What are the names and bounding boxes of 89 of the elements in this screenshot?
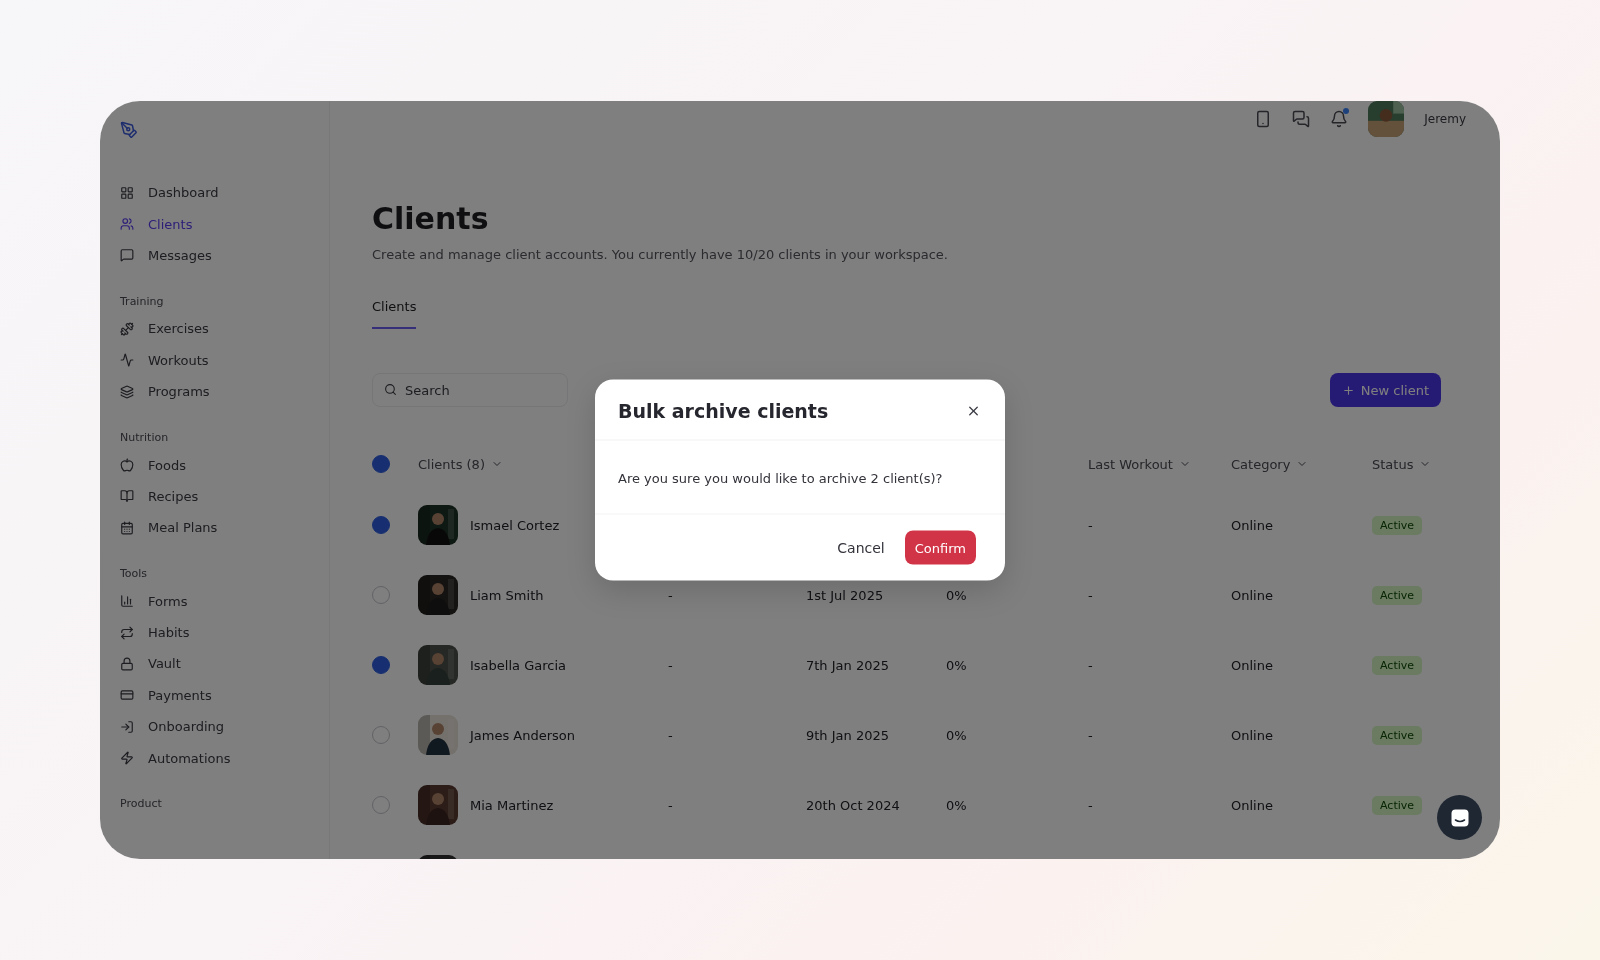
sidebar-icon <box>120 625 134 640</box>
client-name[interactable]: Mia Martinez <box>470 797 554 813</box>
page-title: Clients <box>372 201 490 237</box>
client-name[interactable]: Liam Smith <box>470 587 544 603</box>
client-name[interactable]: Isabella Garcia <box>470 657 566 673</box>
table-cell-text: - <box>668 657 674 673</box>
table-cell-text: 0% <box>946 797 968 813</box>
plus-icon <box>1341 383 1355 397</box>
column-header[interactable]: Category <box>1231 456 1372 472</box>
confirm-button[interactable]: Confirm <box>904 530 976 565</box>
sidebar-icon <box>120 751 134 766</box>
chat-button[interactable] <box>1437 795 1482 840</box>
sidebar-heading: Nutrition <box>120 429 170 446</box>
chat-icon[interactable] <box>1292 110 1311 128</box>
table-cell-text: Online <box>1231 657 1274 673</box>
sidebar-item[interactable]: Recipes <box>120 480 329 513</box>
sidebar-heading: Training <box>120 293 165 310</box>
sidebar-heading: Product <box>120 796 163 813</box>
client-name[interactable]: James Anderson <box>470 727 576 743</box>
table-cell-text: - <box>1088 657 1094 673</box>
table-cell-text: - <box>1088 797 1094 813</box>
table-cell-text: Online <box>1231 517 1274 533</box>
table-cell-text: - <box>668 797 674 813</box>
table-cell-text: - <box>1088 727 1094 743</box>
table-cell-text: - <box>668 587 674 603</box>
sidebar-item[interactable]: Payments <box>120 679 329 712</box>
sidebar-icon <box>120 321 134 336</box>
sidebar-icon <box>120 489 134 504</box>
column-header[interactable]: Status <box>1372 456 1441 472</box>
checkbox[interactable] <box>372 516 390 534</box>
column-header[interactable]: Last Workout <box>1088 456 1231 472</box>
sidebar-item[interactable]: Foods <box>120 449 329 481</box>
table-cell-text: Online <box>1231 727 1274 743</box>
sidebar-item[interactable]: Messages <box>120 239 329 272</box>
dialog-message: Are you sure you would like to archive 2 client(s)? <box>595 440 1005 515</box>
pen-icon <box>120 121 138 139</box>
sidebar-icon <box>120 248 134 263</box>
sidebar-icon <box>120 688 134 703</box>
sidebar-item[interactable]: Automations <box>120 742 329 774</box>
sidebar-icon <box>120 719 134 734</box>
status-badge: Active <box>1372 655 1423 675</box>
user-name[interactable]: Jeremy <box>1424 112 1466 126</box>
sidebar-item[interactable]: Forms <box>120 585 329 617</box>
table-cell-text: - <box>668 727 674 743</box>
sidebar-icon <box>120 185 134 200</box>
new-client-button[interactable]: New client <box>1329 373 1441 407</box>
sidebar-item[interactable]: Dashboard <box>120 177 329 209</box>
table-cell-text: - <box>1088 587 1094 603</box>
sidebar-icon <box>120 353 134 368</box>
sidebar-icon <box>120 657 134 671</box>
sidebar-icon <box>120 384 134 399</box>
table-cell-text: 20th Oct 2024 <box>806 797 901 813</box>
tab[interactable]: Clients <box>372 297 417 329</box>
table-cell-text: - <box>1088 517 1094 533</box>
status-badge: Active <box>1372 795 1423 815</box>
sidebar-item[interactable]: Workouts <box>120 344 329 376</box>
sidebar-icon <box>120 217 134 232</box>
sidebar-item[interactable]: Onboarding <box>120 711 329 743</box>
checkbox[interactable] <box>372 455 390 473</box>
search-field[interactable]: Search <box>372 373 568 407</box>
table-cell-text: 1st Jul 2025 <box>806 587 885 603</box>
sidebar-item[interactable]: Programs <box>120 375 329 408</box>
table-cell-text: 9th Jan 2025 <box>806 727 890 743</box>
sidebar-item[interactable]: Vault <box>120 648 329 680</box>
sidebar-icon <box>120 458 134 473</box>
table-cell-text: 7th Jan 2025 <box>806 657 890 673</box>
sidebar-item[interactable]: Habits <box>120 616 329 649</box>
table-cell-text: 0% <box>946 587 968 603</box>
sidebar-item[interactable]: Meal Plans <box>120 512 329 544</box>
chat-icon <box>1449 807 1470 828</box>
client-name[interactable]: Ismael Cortez <box>470 517 560 533</box>
checkbox[interactable] <box>372 656 390 674</box>
page-subtitle: Create and manage client accounts. You currently have 10/20 clients in your workspace. <box>372 246 949 264</box>
sidebar-icon <box>120 594 134 609</box>
sidebar-icon <box>120 520 134 535</box>
table-cell-text: 0% <box>946 657 968 673</box>
table-cell-text: Online <box>1231 587 1274 603</box>
status-badge: Active <box>1372 725 1423 745</box>
sidebar-heading: Tools <box>120 566 149 582</box>
status-badge: Active <box>1372 515 1423 535</box>
bell-icon[interactable] <box>1330 110 1349 128</box>
dialog-title: Bulk archive clients <box>618 399 829 422</box>
status-badge: Active <box>1372 585 1423 605</box>
sidebar-item[interactable]: Exercises <box>120 313 329 345</box>
table-cell-text: Online <box>1231 797 1274 813</box>
table-cell-text: 0% <box>946 727 968 743</box>
sidebar-item[interactable]: Clients <box>120 208 329 240</box>
search-icon <box>384 383 397 396</box>
cancel-button[interactable]: Cancel <box>831 531 891 564</box>
